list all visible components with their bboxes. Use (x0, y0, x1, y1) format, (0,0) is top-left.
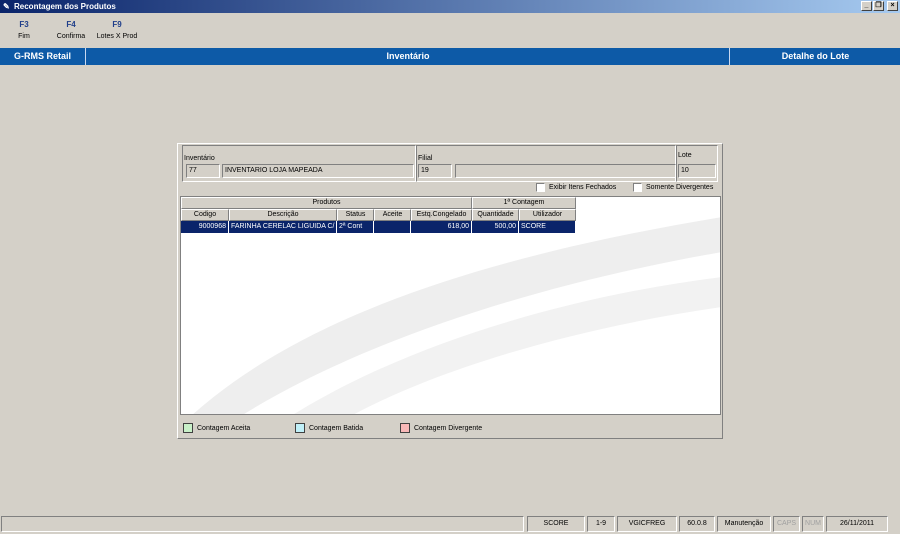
col-status[interactable]: Status (337, 209, 374, 221)
fkey-label: Confirma (56, 33, 86, 40)
status-num: NUM (802, 516, 824, 532)
col-descricao[interactable]: Descrição (229, 209, 337, 221)
table-row[interactable]: 9000968 FARINHA CERELAC LIGUIDA C/ 2ª Co… (181, 221, 576, 233)
status-caps: CAPS (773, 516, 800, 532)
cell-estq: 618,00 (411, 221, 472, 233)
fkey-code: F3 (19, 20, 29, 29)
title-bar: ✎ Recontagem dos Produtos _ ❐ × (0, 0, 900, 13)
status-module: VGICFREG (617, 516, 677, 532)
fkey-label: Lotes X Prod (96, 33, 138, 40)
col-quantidade[interactable]: Quantidade (472, 209, 519, 221)
fkey-label: Fim (18, 33, 30, 40)
f4-confirma-button[interactable]: F4 Confirma (52, 20, 90, 40)
fkey-code: F4 (66, 20, 76, 29)
col-estq-congelado[interactable]: Estq.Congelado (411, 209, 472, 221)
legend-label: Contagem Batida (309, 424, 364, 432)
checkbox-box[interactable] (633, 183, 642, 192)
inventario-code-field[interactable]: 77 (186, 164, 220, 178)
header-band: G-RMS Retail Inventário Detalhe do Lote (0, 48, 900, 65)
header-group-contagem: 1ª Contagem (472, 197, 576, 209)
filial-desc-field[interactable] (455, 164, 676, 178)
col-aceite[interactable]: Aceite (374, 209, 411, 221)
legend-label: Contagem Aceita (197, 424, 251, 432)
detail-title: Detalhe do Lote (781, 51, 850, 61)
status-version: 60.0.8 (679, 516, 715, 532)
somente-divergentes-checkbox[interactable]: Somente Divergentes (633, 183, 713, 192)
status-range: 1-9 (587, 516, 615, 532)
legend-batida: Contagem Batida (295, 423, 363, 433)
status-mode: Manutenção (717, 516, 771, 532)
f3-fim-button[interactable]: F3 Fim (8, 20, 40, 40)
products-grid[interactable]: Produtos 1ª Contagem Codigo Descrição St… (180, 196, 721, 415)
legend-label: Contagem Divergente (414, 424, 483, 432)
swatch-divergente (400, 423, 410, 433)
header-group-produtos: Produtos (181, 197, 472, 209)
status-user: SCORE (527, 516, 585, 532)
col-codigo[interactable]: Codigo (181, 209, 229, 221)
cell-descricao: FARINHA CERELAC LIGUIDA C/ (229, 221, 337, 233)
status-date: 26/11/2011 (826, 516, 888, 532)
legend-aceita: Contagem Aceita (183, 423, 250, 433)
cell-status: 2ª Cont (337, 221, 374, 233)
status-bar: SCORE 1-9 VGICFREG 60.0.8 Manutenção CAP… (0, 516, 900, 533)
inventario-label: Inventário (184, 155, 215, 162)
checkbox-label: Somente Divergentes (646, 184, 714, 191)
lote-field[interactable]: 10 (678, 164, 716, 178)
cell-utilizador: SCORE (519, 221, 576, 233)
status-message (1, 516, 524, 532)
screen-title: Inventário (87, 48, 730, 65)
swatch-aceita (183, 423, 193, 433)
legend-divergente: Contagem Divergente (400, 423, 482, 433)
inventario-desc-field[interactable]: INVENTARIO LOJA MAPEADA (222, 164, 414, 178)
col-utilizador[interactable]: Utilizador (519, 209, 576, 221)
swatch-batida (295, 423, 305, 433)
minimize-icon[interactable]: _ (861, 1, 872, 11)
checkbox-label: Exibir Itens Fechados (549, 184, 617, 191)
f9-lotes-button[interactable]: F9 Lotes X Prod (94, 20, 140, 40)
cell-aceite (374, 221, 411, 233)
app-icon: ✎ (3, 2, 10, 11)
filial-code-field[interactable]: 19 (418, 164, 452, 178)
close-icon[interactable]: × (887, 1, 898, 11)
restore-icon[interactable]: ❐ (873, 1, 884, 11)
filial-label: Filial (418, 155, 433, 162)
cell-codigo: 9000968 (181, 221, 229, 233)
checkbox-box[interactable] (536, 183, 545, 192)
lote-label: Lote (678, 152, 692, 159)
brand-label: G-RMS Retail (0, 48, 86, 65)
fkey-code: F9 (112, 20, 122, 29)
window-title: Recontagem dos Produtos (14, 2, 116, 11)
cell-quantidade: 500,00 (472, 221, 519, 233)
exibir-itens-fechados-checkbox[interactable]: Exibir Itens Fechados (536, 183, 616, 192)
